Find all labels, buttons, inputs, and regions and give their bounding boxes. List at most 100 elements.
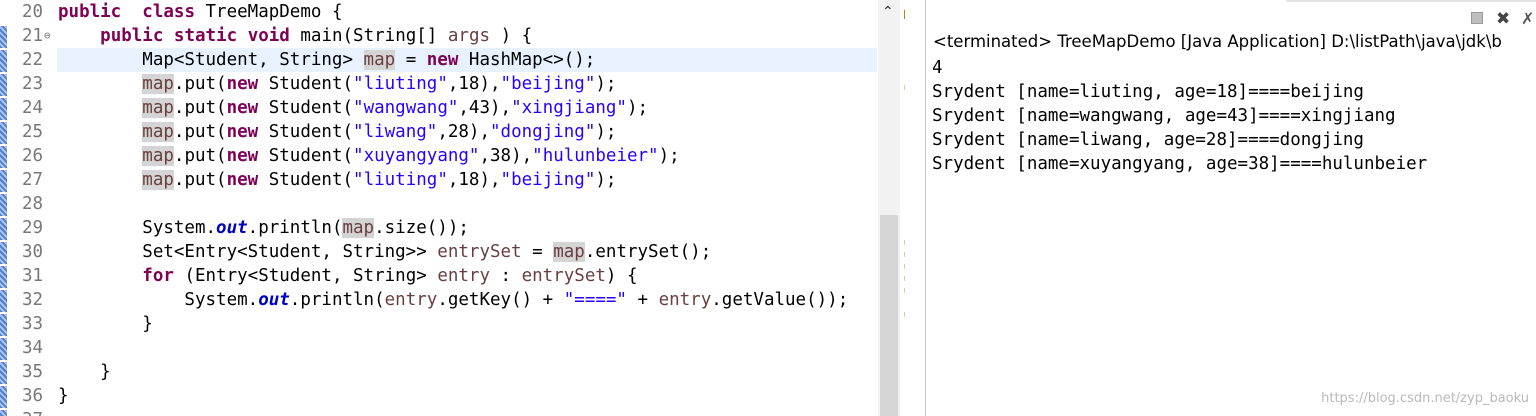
occurrence-marker[interactable] (904, 85, 905, 90)
code-token: "xuyangyang" (353, 146, 480, 166)
code-line[interactable]: 31 for (Entry<Student, String> entry : e… (0, 264, 905, 288)
code-token: public (100, 26, 164, 46)
code-token: "beijing" (500, 170, 596, 190)
terminate-icon[interactable] (1471, 12, 1483, 24)
code-line[interactable]: 36} (0, 384, 905, 408)
code-line[interactable]: 23 map.put(new Student("liuting",18),"be… (0, 72, 905, 96)
code-line[interactable]: 32 System.out.println(entry.getKey() + "… (0, 288, 905, 312)
code-token: .put( (173, 122, 227, 142)
code-token: out (258, 290, 290, 310)
code-token: ); (595, 74, 617, 94)
occurrence-marker[interactable] (904, 312, 905, 317)
occurrence-marker[interactable] (904, 264, 905, 269)
code-text[interactable]: map.put(new Student("wangwang",43),"xing… (58, 96, 648, 120)
code-line[interactable]: 21 ⊖ public static void main(String[] arg… (0, 24, 905, 48)
code-line[interactable]: 37 (0, 408, 905, 416)
code-text[interactable]: Map<Student, String> map = new HashMap<>… (58, 48, 595, 72)
code-line[interactable]: 28 (0, 192, 905, 216)
scroll-up-icon[interactable]: ⌃ (882, 4, 894, 20)
console-view[interactable]: ✖ ✗ <terminated> TreeMapDemo [Java Appli… (925, 0, 1536, 416)
code-line[interactable]: 35 } (0, 360, 905, 384)
code-token: ,43), (458, 98, 512, 118)
code-text[interactable]: System.out.println(entry.getKey() + "===… (58, 288, 848, 312)
code-token: .put( (173, 146, 227, 166)
code-token: map (142, 122, 174, 142)
code-line[interactable]: 29 System.out.println(map.size()); (0, 216, 905, 240)
remove-launch-icon[interactable]: ✖ (1496, 9, 1510, 29)
code-line[interactable]: 27 map.put(new Student("liuting",18),"be… (0, 168, 905, 192)
line-number: 29 (22, 218, 44, 238)
code-text[interactable]: } (58, 384, 69, 408)
warning-marker-icon[interactable] (904, 10, 905, 19)
code-token: System. (58, 290, 259, 310)
code-token: map (142, 170, 174, 190)
code-token: Student( (258, 74, 354, 94)
code-token: ); (658, 146, 680, 166)
code-text[interactable]: map.put(new Student("liuting",18),"beiji… (58, 72, 616, 96)
code-text[interactable]: map.put(new Student("xuyangyang",38),"hu… (58, 144, 680, 168)
code-token: "====" (563, 290, 627, 310)
code-token: "liuting" (353, 74, 448, 94)
code-token: .put( (173, 170, 227, 190)
code-token: map (553, 242, 585, 262)
code-token: new (426, 50, 459, 70)
code-token: ,28), (437, 122, 491, 142)
code-text[interactable]: } (58, 360, 111, 384)
code-text[interactable]: map.put(new Student("liuting",18),"beiji… (58, 168, 616, 192)
code-token: for (142, 266, 174, 286)
code-line[interactable]: 25 map.put(new Student("liwang",28),"don… (0, 120, 905, 144)
code-token: ,18), (447, 74, 501, 94)
code-line[interactable]: 34 (0, 336, 905, 360)
scrollbar-thumb[interactable] (880, 215, 898, 416)
code-token: new (226, 146, 259, 166)
editor-vertical-scrollbar[interactable]: ⌃ (878, 0, 900, 416)
console-toolbar: ✖ ✗ (926, 0, 1536, 30)
occurrence-marker[interactable] (904, 276, 905, 281)
code-text[interactable]: System.out.println(map.size()); (58, 216, 469, 240)
line-number: 30 (22, 242, 44, 262)
remove-all-terminated-icon[interactable]: ✗ (1521, 9, 1534, 28)
code-text[interactable]: for (Entry<Student, String> entry : entr… (58, 264, 637, 288)
code-text[interactable]: public static void main(String[] args ) … (58, 24, 532, 48)
code-line[interactable]: 33 } (0, 312, 905, 336)
code-token: void (247, 26, 290, 46)
code-token: "liwang" (353, 122, 438, 142)
code-line[interactable]: 30 Set<Entry<Student, String>> entrySet … (0, 240, 905, 264)
code-token: ); (626, 98, 649, 118)
code-token: new (226, 122, 259, 142)
line-number: 27 (22, 170, 44, 190)
code-text[interactable]: } (58, 312, 153, 336)
code-text[interactable]: map.put(new Student("liwang",28),"dongji… (58, 120, 616, 144)
line-number: 37 (22, 408, 50, 416)
code-line[interactable]: 20 public class TreeMapDemo { (0, 0, 905, 24)
code-text[interactable]: Set<Entry<Student, String>> entrySet = m… (58, 240, 711, 264)
code-token: out (216, 218, 248, 238)
code-line[interactable]: 22 Map<Student, String> map = new HashMa… (0, 48, 905, 72)
code-text[interactable]: public class TreeMapDemo { (58, 0, 343, 24)
code-token: new (226, 74, 259, 94)
occurrence-marker[interactable] (904, 288, 905, 293)
line-number: 33 (22, 314, 44, 334)
overview-ruler[interactable] (900, 0, 905, 416)
console-output-line: Srydent [name=xuyangyang, age=38]====hul… (932, 154, 1428, 174)
line-number: 23 (22, 74, 44, 94)
code-editor[interactable]: 20 public class TreeMapDemo {21 ⊖ public s… (0, 0, 905, 416)
code-line[interactable]: 26 map.put(new Student("xuyangyang",38),… (0, 144, 905, 168)
occurrence-marker[interactable] (904, 252, 905, 257)
code-token: HashMap<>(); (458, 50, 596, 70)
line-number: 31 (22, 266, 44, 286)
code-token: "dongjing" (490, 122, 596, 142)
code-token: entry (658, 290, 712, 310)
fold-toggle-icon[interactable]: ⊖ (44, 24, 51, 48)
code-token: .size()); (374, 218, 469, 238)
code-line[interactable]: 24 map.put(new Student("wangwang",43),"x… (0, 96, 905, 120)
code-token: static (173, 26, 238, 46)
occurrence-marker[interactable] (904, 240, 905, 245)
code-token: .getKey() + (437, 290, 564, 310)
code-token: entry (437, 266, 490, 286)
